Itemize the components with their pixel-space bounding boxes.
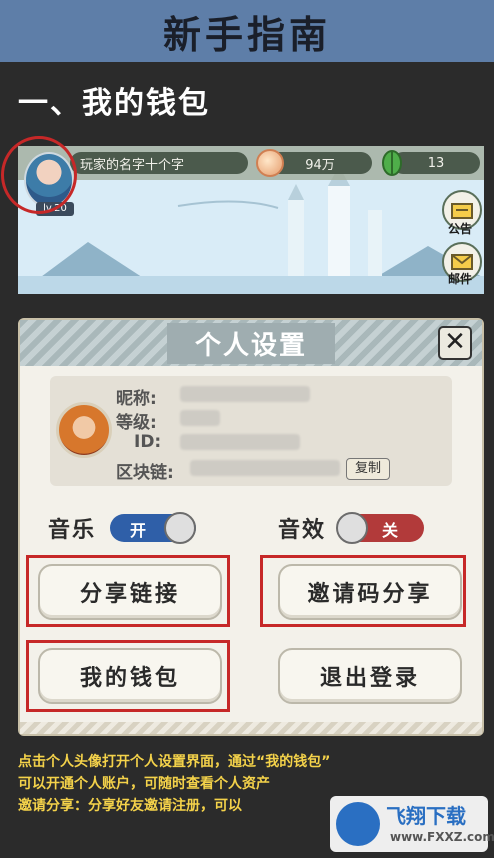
sfx-state: 关 — [382, 521, 399, 540]
share-link-highlight — [26, 555, 230, 627]
game-scene-banner: 玩家的名字十个字 94万 13 lv.20 公告 邮件 — [18, 146, 484, 294]
leaf-gem-icon — [382, 150, 402, 176]
invite-share-highlight — [260, 555, 466, 627]
level-value-redacted — [180, 410, 220, 426]
close-icon: ✕ — [444, 327, 466, 357]
mail-label: 邮件 — [448, 272, 473, 286]
shell-coin-icon — [256, 149, 284, 177]
profile-info-box: 昵称: 等级: ID: 区块链: 复制 — [50, 376, 452, 486]
notice-label: 公告 — [448, 222, 473, 236]
nickname-label: 昵称: — [116, 389, 157, 409]
chain-label: 区块链: — [116, 463, 174, 483]
id-value-redacted — [180, 434, 300, 450]
sfx-label: 音效 — [278, 518, 327, 543]
logout-button[interactable]: 退出登录 — [278, 648, 462, 704]
nickname-value-redacted — [180, 386, 310, 402]
section-title: 一、我的钱包 — [18, 86, 210, 121]
close-button[interactable]: ✕ — [438, 326, 472, 360]
avatar-highlight-circle — [1, 136, 77, 214]
profile-avatar — [56, 402, 112, 458]
panel-title: 个人设置 — [166, 322, 335, 364]
chain-value-redacted — [190, 460, 340, 476]
level-label: 等级: — [116, 413, 157, 433]
player-name: 玩家的名字十个字 — [70, 152, 248, 174]
wallet-highlight — [26, 640, 230, 712]
panel-footer-pattern — [20, 722, 482, 734]
watermark: 飞翔下载 www.FXXZ.com — [330, 796, 494, 852]
watermark-name: 飞翔下载 — [386, 804, 466, 828]
caption-line-1: 点击个人头像打开个人设置界面，通过“我的钱包” — [18, 754, 331, 770]
copy-button[interactable]: 复制 — [346, 458, 390, 480]
id-label: ID: — [134, 432, 162, 452]
music-state: 开 — [130, 521, 147, 540]
music-toggle[interactable]: 开 — [110, 512, 196, 544]
sfx-toggle-knob — [336, 512, 368, 544]
guide-title: 新手指南 — [162, 12, 331, 57]
site-logo-icon — [336, 802, 380, 846]
watermark-url: www.FXXZ.com — [390, 830, 494, 844]
music-label: 音乐 — [48, 518, 97, 543]
caption-line-2: 可以开通个人账户，可随时查看个人资产 — [18, 776, 270, 792]
music-toggle-knob — [164, 512, 196, 544]
sfx-toggle[interactable]: 关 — [336, 512, 424, 544]
panel-header: 个人设置 — [20, 320, 482, 366]
guide-header: 新手指南 — [0, 0, 494, 62]
